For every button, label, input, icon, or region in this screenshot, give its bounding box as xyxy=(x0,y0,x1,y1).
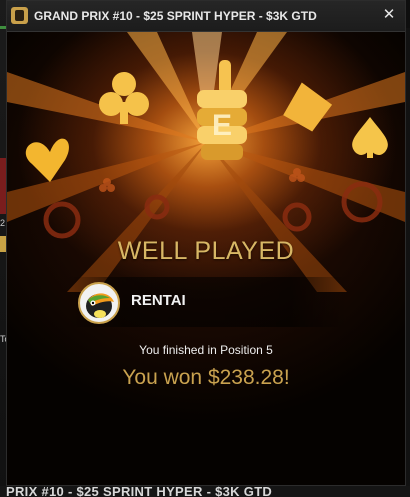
toucan-avatar-icon xyxy=(86,293,114,318)
dialog-title: GRAND PRIX #10 - $25 SPRINT HYPER - $3K … xyxy=(34,9,317,23)
diamond-suit-icon xyxy=(283,82,333,132)
well-played-heading: WELL PLAYED xyxy=(117,237,295,265)
heart-suit-icon xyxy=(25,138,69,182)
finish-position-text: You finished in Position 5 xyxy=(139,343,273,357)
player-name: RENTAI xyxy=(131,292,186,309)
spade-suit-icon xyxy=(352,117,388,158)
avatar xyxy=(78,282,120,324)
background-title-text: PRIX #10 - $25 SPRINT HYPER - $3K GTD xyxy=(6,486,273,497)
dialog-titlebar[interactable]: GRAND PRIX #10 - $25 SPRINT HYPER - $3K … xyxy=(7,1,405,32)
lobby-number: 2 xyxy=(0,218,6,228)
tournament-result-dialog: GRAND PRIX #10 - $25 SPRINT HYPER - $3K … xyxy=(6,0,406,486)
app-logo-icon xyxy=(11,7,28,24)
winnings-text: You won $238.28! xyxy=(122,366,290,389)
svg-text:E: E xyxy=(212,109,232,142)
close-button[interactable]: ✕ xyxy=(381,7,397,23)
result-panel: E WELL PLAYED RENTAI You finished in Pos… xyxy=(7,32,405,485)
background-tournament-title: PRIX #10 - $25 SPRINT HYPER - $3K GTD xyxy=(0,486,410,497)
poker-chip-icon xyxy=(43,181,383,239)
